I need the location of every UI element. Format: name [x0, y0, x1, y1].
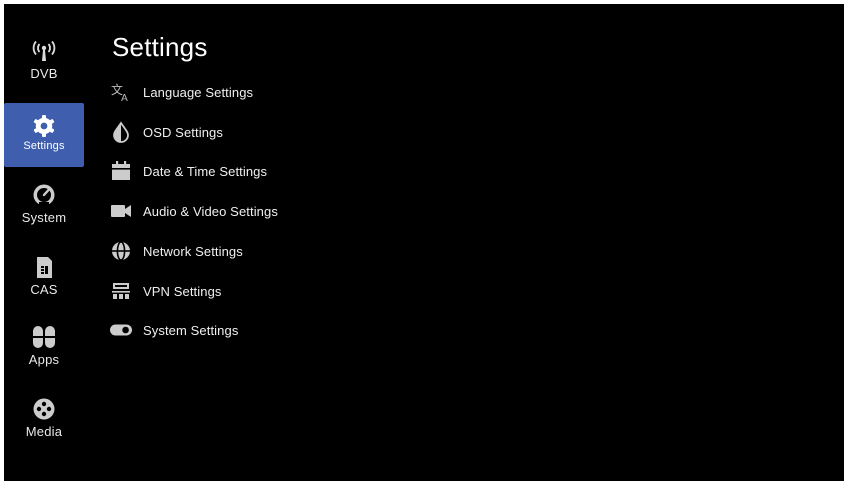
- sidebar-item-label: System: [21, 210, 67, 225]
- menu-item-label: VPN Settings: [143, 283, 222, 299]
- antenna-broadcast-icon: [31, 38, 57, 64]
- sidebar-item-settings[interactable]: Settings: [4, 103, 84, 167]
- menu-item-label: OSD Settings: [143, 124, 223, 140]
- sidebar-item-label: DVB: [30, 66, 58, 81]
- tv-screen: DVB Settings System CAS Apps Media Setti…: [4, 4, 844, 481]
- calendar-icon: [110, 160, 132, 182]
- menu-item-osd-settings[interactable]: OSD Settings: [110, 118, 410, 146]
- sidebar-item-apps[interactable]: Apps: [4, 314, 84, 378]
- menu-item-label: System Settings: [143, 322, 239, 338]
- sidebar-item-cas[interactable]: CAS: [4, 244, 84, 308]
- sidebar-item-dvb[interactable]: DVB: [4, 28, 84, 92]
- sidebar-item-system[interactable]: System: [4, 172, 84, 236]
- menu-item-system-settings[interactable]: System Settings: [110, 316, 410, 344]
- menu-item-network-settings[interactable]: Network Settings: [110, 237, 410, 265]
- sidebar: DVB Settings System CAS Apps Media: [4, 4, 86, 481]
- network-tree-icon: [110, 280, 132, 302]
- page-title: Settings: [112, 32, 208, 62]
- menu-item-vpn-settings[interactable]: VPN Settings: [110, 277, 410, 305]
- menu-item-label: Date & Time Settings: [143, 163, 268, 179]
- gauge-icon: [31, 182, 57, 208]
- sim-card-icon: [31, 254, 57, 280]
- sidebar-item-label: Apps: [28, 352, 60, 367]
- gear-icon: [31, 113, 57, 139]
- film-reel-icon: [31, 396, 57, 422]
- sidebar-item-media[interactable]: Media: [4, 386, 84, 450]
- contrast-drop-icon: [110, 121, 132, 143]
- sidebar-item-label: Settings: [23, 140, 65, 152]
- globe-icon: [110, 240, 132, 262]
- sidebar-item-label: CAS: [30, 282, 58, 297]
- menu-item-date-time-settings[interactable]: Date & Time Settings: [110, 157, 410, 185]
- toggle-icon: [110, 319, 132, 341]
- menu-item-label: Language Settings: [143, 84, 254, 100]
- apps-grid-icon: [31, 324, 57, 350]
- svg-text:A: A: [121, 93, 128, 103]
- menu-item-label: Network Settings: [143, 243, 243, 259]
- menu-item-audio-video-settings[interactable]: Audio & Video Settings: [110, 197, 410, 225]
- menu-item-language-settings[interactable]: 文 A Language Settings: [110, 78, 410, 106]
- sidebar-item-label: Media: [25, 424, 63, 439]
- video-camera-icon: [110, 200, 132, 222]
- menu-item-label: Audio & Video Settings: [143, 203, 278, 219]
- translate-icon: 文 A: [110, 81, 132, 103]
